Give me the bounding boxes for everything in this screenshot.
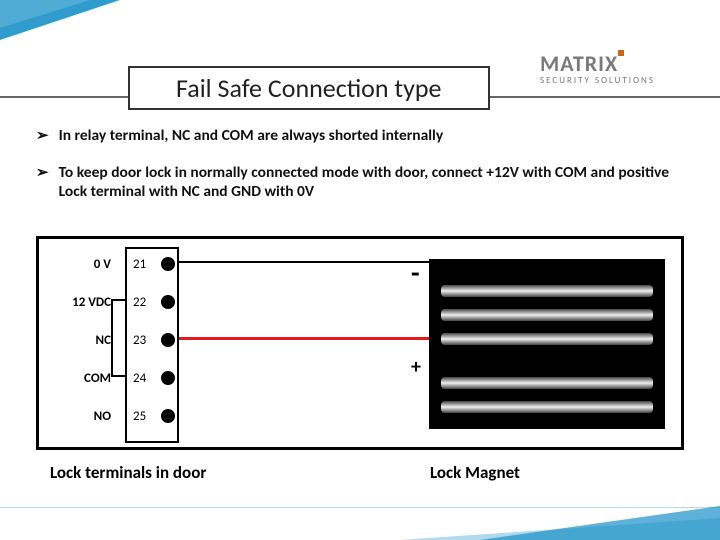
pin-number: 22 xyxy=(133,295,146,310)
logo-tagline: SECURITY SOLUTIONS xyxy=(540,75,690,86)
polarity-positive: + xyxy=(411,355,421,379)
magnet-bar-icon xyxy=(441,309,653,321)
wire-jumper xyxy=(111,299,113,377)
terminal-label: 12 VDC xyxy=(72,295,111,310)
bullet-list: ➢ In relay terminal, NC and COM are alwa… xyxy=(36,126,680,219)
pin-number: 21 xyxy=(133,257,146,272)
pin-dot-icon xyxy=(161,295,175,309)
caption-left: Lock terminals in door xyxy=(50,462,206,483)
title-box: Fail Safe Connection type xyxy=(128,66,490,110)
terminal-label: NO xyxy=(94,409,111,424)
polarity-negative: - xyxy=(411,255,420,290)
magnet-bar-icon xyxy=(441,333,653,345)
corner-accent-light xyxy=(0,0,90,28)
pin-number: 24 xyxy=(133,371,146,386)
pin-dot-icon xyxy=(161,409,175,423)
pin-dot-icon xyxy=(161,371,175,385)
bullet-item: ➢ In relay terminal, NC and COM are alwa… xyxy=(36,126,680,145)
terminal-label: NC xyxy=(96,333,111,348)
bullet-text: In relay terminal, NC and COM are always… xyxy=(59,126,444,145)
magnet-bar-icon xyxy=(441,401,653,413)
wire-12v xyxy=(179,337,435,340)
bullet-arrow-icon: ➢ xyxy=(36,163,49,201)
footer-accent xyxy=(480,506,720,540)
caption-right: Lock Magnet xyxy=(430,462,520,483)
bullet-item: ➢ To keep door lock in normally connecte… xyxy=(36,163,680,201)
terminal-label: COM xyxy=(84,371,111,386)
page-title: Fail Safe Connection type xyxy=(176,72,442,104)
pin-number: 25 xyxy=(133,409,146,424)
wiring-diagram: 0 V 12 VDC NC COM NO 21 22 23 24 25 - + xyxy=(36,236,684,450)
brand-logo: MATRIX SECURITY SOLUTIONS xyxy=(540,50,690,86)
wire-jumper xyxy=(111,375,125,377)
pin-dot-icon xyxy=(161,333,175,347)
terminal-block: 21 22 23 24 25 xyxy=(125,247,179,443)
pin-number: 23 xyxy=(133,333,146,348)
pin-dot-icon xyxy=(161,257,175,271)
magnet-bar-icon xyxy=(441,377,653,389)
bullet-arrow-icon: ➢ xyxy=(36,126,49,145)
lock-magnet xyxy=(429,259,665,429)
wire-jumper xyxy=(111,299,125,301)
bullet-text: To keep door lock in normally connected … xyxy=(59,163,680,201)
logo-dot-icon xyxy=(618,50,624,56)
terminal-label: 0 V xyxy=(94,257,111,272)
magnet-bar-icon xyxy=(441,285,653,297)
wire-gnd xyxy=(179,261,435,263)
logo-text: MATRIX xyxy=(540,50,618,77)
